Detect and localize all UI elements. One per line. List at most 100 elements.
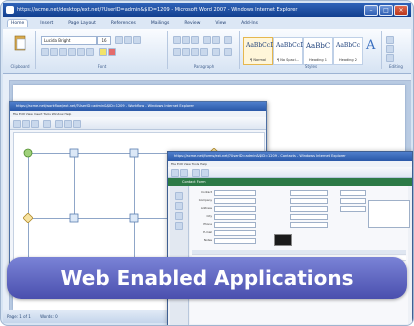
bullets-icon[interactable] [173,36,181,44]
start-node-icon[interactable] [23,148,33,158]
notes-icon[interactable] [175,222,183,230]
font-size-select[interactable]: 16 [97,36,111,45]
minimize-icon[interactable]: – [364,5,378,16]
group-clipboard: Clipboard [5,31,36,69]
style-no-spacing[interactable]: AaBbCcDc ¶ No Spaci... [273,37,308,65]
justify-icon[interactable] [200,48,208,56]
style-heading-2[interactable]: AaBbCc Heading 2 [333,37,363,65]
field-label: Company [198,198,212,202]
flow-line [74,153,75,218]
banner-title: Web Enabled Applications [60,266,354,290]
save-icon[interactable] [192,169,200,177]
back-icon[interactable] [171,169,179,177]
extra-field[interactable] [340,198,366,204]
phone-field[interactable] [214,222,256,228]
word-count[interactable]: Words: 0 [40,314,58,319]
horizontal-ruler[interactable] [3,74,411,81]
pilcrow-icon[interactable] [224,36,232,44]
numbering-icon[interactable] [182,36,190,44]
field-label: Phone [203,222,212,226]
underline-icon[interactable] [59,48,67,56]
grow-font-icon[interactable] [115,36,123,44]
task-node-icon[interactable] [129,213,139,223]
clear-format-icon[interactable] [133,36,141,44]
notes-panel[interactable] [368,200,410,228]
align-left-icon[interactable] [173,48,181,56]
tab-page-layout[interactable]: Page Layout [65,20,99,27]
maximize-icon[interactable]: □ [379,5,393,16]
italic-icon[interactable] [50,48,58,56]
borders-icon[interactable] [224,48,232,56]
paste-icon[interactable] [13,34,27,52]
email-field[interactable] [214,230,256,236]
extra-field[interactable] [290,198,328,204]
tab-references[interactable]: References [108,20,139,27]
increase-indent-icon[interactable] [212,36,220,44]
extra-field[interactable] [290,222,328,228]
new-icon[interactable] [13,120,21,128]
group-label-styles: Styles [304,64,318,69]
tab-add-ins[interactable]: Add-Ins [238,20,261,27]
tab-mailings[interactable]: Mailings [148,20,172,27]
tab-home[interactable]: Home [7,19,29,27]
office-icon[interactable] [6,6,14,14]
font-color-icon[interactable] [108,48,116,56]
font-name-select[interactable]: Lucida Bright [41,36,97,45]
flow-line [28,153,29,263]
align-center-icon[interactable] [182,48,190,56]
select-icon[interactable] [386,54,394,62]
form-window: https://acme.net/forms/ext.net/?UserID=a… [167,151,413,325]
change-styles-icon[interactable]: A [365,37,379,53]
word-titlebar: https://acme.net/desktop/ext.net/?UserID… [3,3,411,17]
field-label: Notes [203,238,212,242]
calendar-icon[interactable] [175,202,183,210]
style-normal[interactable]: AaBbCcDc ¶ Normal [243,37,278,65]
tasks-icon[interactable] [175,212,183,220]
extra-field[interactable] [290,190,328,196]
grid-header [192,250,406,255]
line-spacing-icon[interactable] [212,48,220,56]
subscript-icon[interactable] [77,48,85,56]
replace-icon[interactable] [386,45,394,53]
group-font: Lucida Bright 16 Font [37,31,168,69]
style-sample: AaBbCc [336,42,361,49]
page-count[interactable]: Page: 1 of 1 [7,314,31,319]
shrink-font-icon[interactable] [124,36,132,44]
open-icon[interactable] [22,120,30,128]
close-icon[interactable]: × [394,5,408,16]
notes-field[interactable] [214,238,256,244]
tab-review[interactable]: Review [181,20,203,27]
task-node-icon[interactable] [69,148,79,158]
company-field[interactable] [214,198,256,204]
style-heading-1[interactable]: AaBbC Heading 1 [303,37,333,65]
decision-node-icon[interactable] [23,213,33,223]
cut-icon[interactable] [55,120,63,128]
decrease-indent-icon[interactable] [203,36,211,44]
tab-view[interactable]: View [212,20,229,27]
print-icon[interactable] [43,120,51,128]
superscript-icon[interactable] [86,48,94,56]
city-field[interactable] [214,214,256,220]
strikethrough-icon[interactable] [68,48,76,56]
print-icon[interactable] [201,169,209,177]
copy-icon[interactable] [64,120,72,128]
find-icon[interactable] [386,36,394,44]
save-icon[interactable] [31,120,39,128]
paste-icon[interactable] [73,120,81,128]
multilevel-list-icon[interactable] [191,36,199,44]
align-right-icon[interactable] [191,48,199,56]
highlight-icon[interactable] [99,48,107,56]
address-field[interactable] [214,206,256,212]
tab-insert[interactable]: Insert [37,20,56,27]
extra-field[interactable] [290,214,328,220]
extra-field[interactable] [340,190,366,196]
task-node-icon[interactable] [69,213,79,223]
forward-icon[interactable] [180,169,188,177]
style-name: Heading 2 [339,58,357,62]
bold-icon[interactable] [41,48,49,56]
extra-field[interactable] [290,206,328,212]
contacts-icon[interactable] [175,192,183,200]
extra-field[interactable] [340,206,366,212]
task-node-icon[interactable] [129,148,139,158]
contact-field[interactable] [214,190,256,196]
